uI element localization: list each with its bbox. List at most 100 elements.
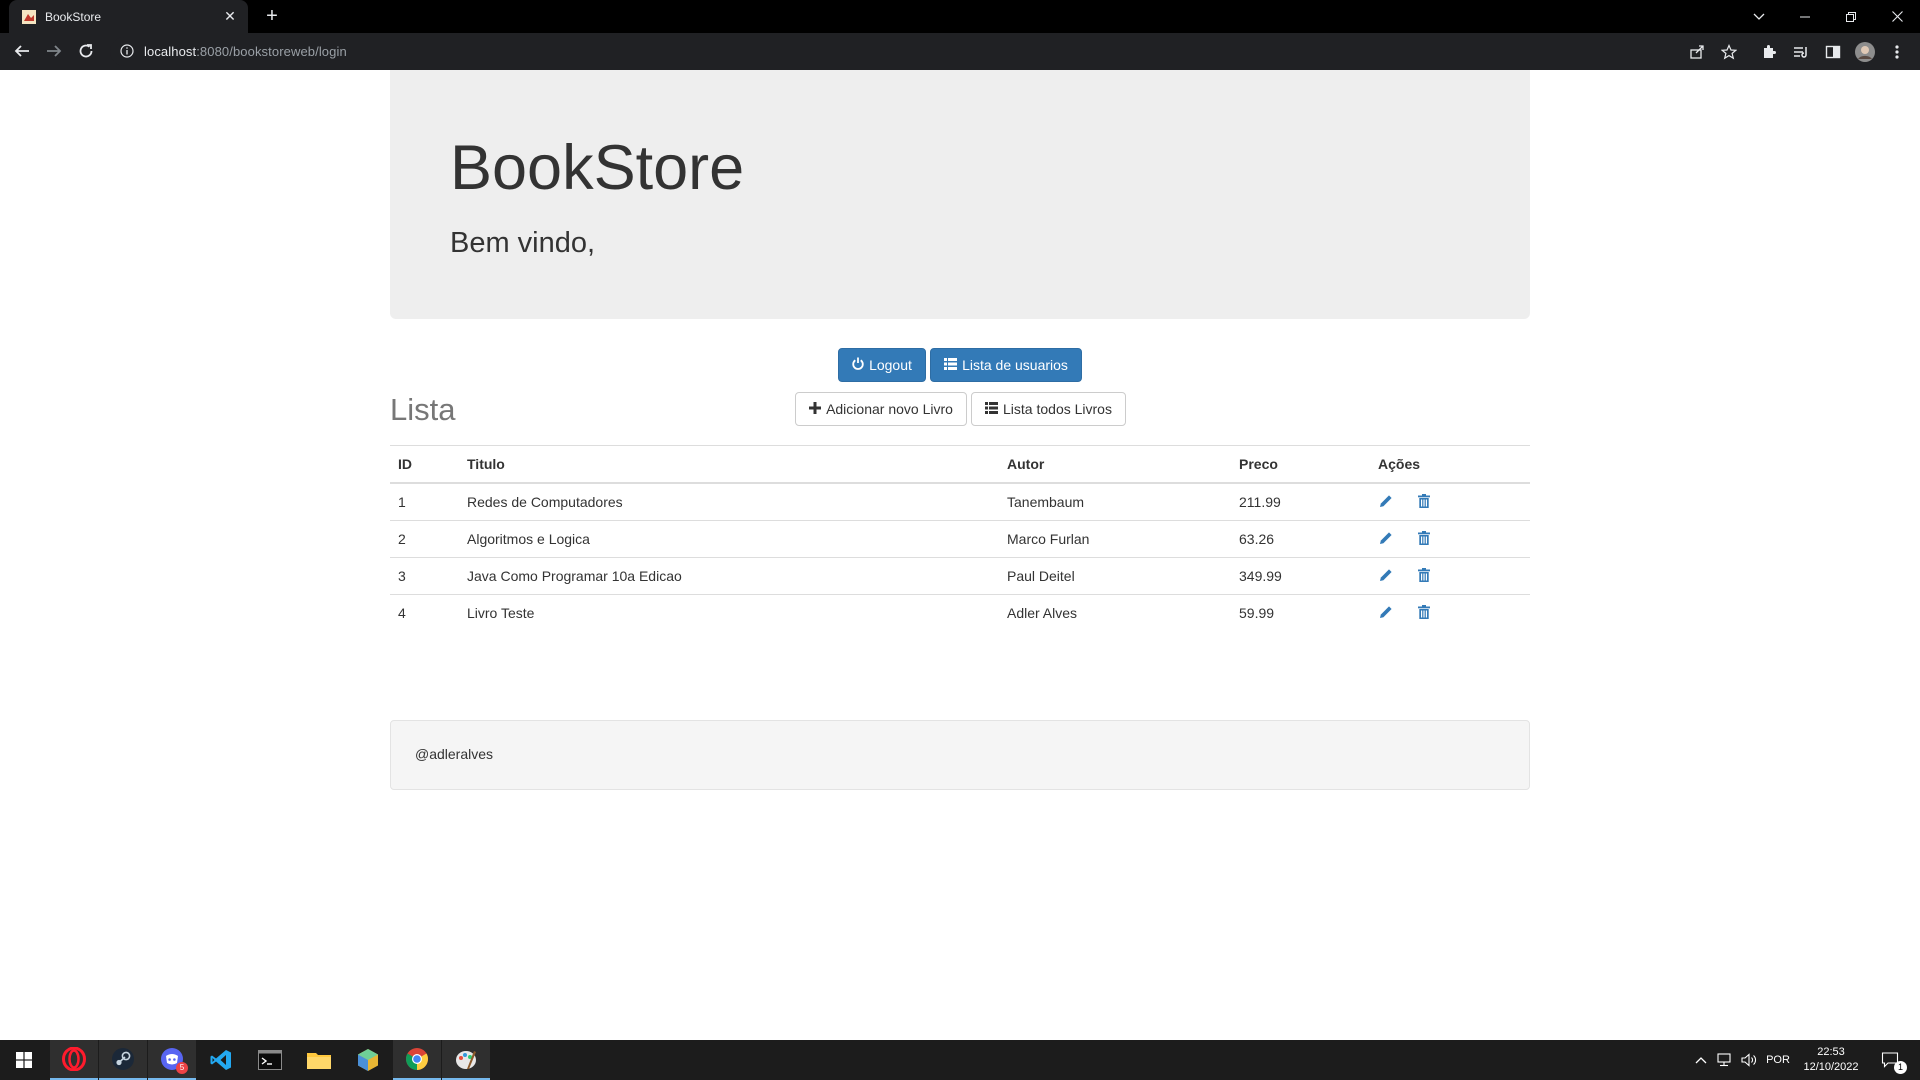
cell-acoes [1370, 482, 1530, 520]
cell-id: 2 [390, 519, 459, 557]
footer: @adleralves [390, 720, 1530, 790]
share-icon[interactable] [1682, 37, 1712, 66]
cell-id: 3 [390, 556, 459, 594]
chrome-icon[interactable] [393, 1040, 441, 1080]
cell-autor: Marco Furlan [999, 519, 1231, 557]
language-indicator[interactable]: POR [1762, 1040, 1794, 1080]
welcome-text: Bem vindo, [450, 227, 596, 259]
delete-trash-icon[interactable] [1416, 493, 1432, 509]
profile-avatar[interactable] [1850, 37, 1880, 66]
cell-id: 1 [390, 482, 459, 520]
footer-credit: @adleralves [415, 746, 494, 762]
plus-icon [809, 401, 822, 417]
tab-title: BookStore [45, 9, 102, 24]
list-books-button[interactable]: Lista todos Livros [971, 392, 1126, 426]
cell-id: 4 [390, 593, 459, 631]
close-tab-icon[interactable]: ✕ [222, 8, 238, 25]
discord-icon[interactable]: 5 [148, 1040, 196, 1080]
cell-preco: 211.99 [1231, 482, 1370, 520]
clock[interactable]: 22:53 12/10/2022 [1796, 1045, 1866, 1075]
minimize-icon[interactable] [1782, 0, 1828, 33]
opera-icon[interactable] [50, 1040, 98, 1080]
new-tab-icon[interactable]: + [260, 5, 284, 29]
column-header-acoes: Ações [1370, 446, 1530, 484]
edit-pencil-icon[interactable] [1378, 567, 1394, 583]
notification-center-icon[interactable]: 1 [1872, 1040, 1908, 1080]
table-row: 2 Algoritmos e Logica Marco Furlan 63.26 [390, 519, 1530, 557]
windows-start-icon[interactable] [0, 1040, 48, 1080]
reading-list-icon[interactable] [1786, 37, 1816, 66]
side-panel-icon[interactable] [1818, 37, 1848, 66]
cell-acoes [1370, 556, 1530, 594]
reload-icon[interactable] [70, 35, 102, 67]
delete-trash-icon[interactable] [1416, 567, 1432, 583]
cell-autor: Adler Alves [999, 593, 1231, 631]
browser-toolbar: localhost:8080/bookstoreweb/login [0, 33, 1920, 70]
cell-preco: 59.99 [1231, 593, 1370, 631]
notification-count: 1 [1894, 1061, 1907, 1074]
delete-trash-icon[interactable] [1416, 604, 1432, 620]
cell-titulo: Java Como Programar 10a Edicao [459, 556, 999, 594]
cell-titulo: Redes de Computadores [459, 482, 999, 520]
paint-icon[interactable] [442, 1040, 490, 1080]
column-header-preco: Preco [1231, 446, 1370, 484]
cell-acoes [1370, 519, 1530, 557]
discord-badge: 5 [176, 1062, 188, 1074]
terminal-icon[interactable] [246, 1040, 294, 1080]
add-book-button[interactable]: Adicionar novo Livro [795, 392, 967, 426]
app-cube-icon[interactable] [344, 1040, 392, 1080]
back-icon[interactable] [6, 35, 38, 67]
list-icon [985, 401, 999, 417]
info-icon[interactable] [120, 43, 136, 60]
page-title: BookStore [450, 133, 745, 203]
clock-time: 22:53 [1817, 1046, 1845, 1058]
clock-date: 12/10/2022 [1803, 1061, 1859, 1073]
bookmark-star-icon[interactable] [1714, 37, 1744, 66]
cell-acoes [1370, 593, 1530, 631]
restore-icon[interactable] [1828, 0, 1874, 33]
browser-tab-bar: BookStore ✕ + [0, 0, 1920, 33]
favicon-icon [21, 9, 37, 25]
power-icon [852, 357, 864, 373]
tab-search-icon[interactable] [1736, 0, 1782, 33]
cell-preco: 63.26 [1231, 519, 1370, 557]
column-header-autor: Autor [999, 446, 1231, 484]
steam-icon[interactable] [99, 1040, 147, 1080]
browser-tab[interactable]: BookStore ✕ [9, 0, 248, 33]
extensions-icon[interactable] [1754, 37, 1784, 66]
column-header-titulo: Titulo [459, 446, 999, 484]
table-header-row: ID Titulo Autor Preco Ações [390, 446, 1530, 484]
menu-dots-icon[interactable] [1882, 37, 1912, 66]
network-icon[interactable] [1714, 1040, 1736, 1080]
jumbotron: BookStore Bem vindo, [390, 70, 1530, 319]
edit-pencil-icon[interactable] [1378, 604, 1394, 620]
logout-button[interactable]: Logout [838, 348, 926, 382]
cell-titulo: Algoritmos e Logica [459, 519, 999, 557]
delete-trash-icon[interactable] [1416, 530, 1432, 546]
table-row: 4 Livro Teste Adler Alves 59.99 [390, 593, 1530, 631]
column-header-id: ID [390, 446, 459, 484]
logout-label: Logout [869, 357, 912, 373]
address-bar[interactable]: localhost:8080/bookstoreweb/login [110, 37, 1700, 66]
list-heading: Lista [390, 392, 456, 427]
volume-icon[interactable] [1738, 1040, 1760, 1080]
vscode-icon[interactable] [197, 1040, 245, 1080]
edit-pencil-icon[interactable] [1378, 530, 1394, 546]
tray-overflow-icon[interactable] [1690, 1040, 1712, 1080]
user-list-label: Lista de usuarios [962, 357, 1068, 373]
cell-titulo: Livro Teste [459, 593, 999, 631]
list-icon [944, 357, 958, 373]
close-window-icon[interactable] [1874, 0, 1920, 33]
user-list-button[interactable]: Lista de usuarios [930, 348, 1082, 382]
page-content: BookStore Bem vindo, Logout Lista de usu… [0, 70, 1920, 1040]
cell-autor: Tanembaum [999, 482, 1231, 520]
table-row: 3 Java Como Programar 10a Edicao Paul De… [390, 556, 1530, 594]
url-text: localhost:8080/bookstoreweb/login [144, 44, 347, 59]
add-book-label: Adicionar novo Livro [826, 401, 953, 417]
books-table: ID Titulo Autor Preco Ações 1 Redes de C… [390, 446, 1530, 631]
file-explorer-icon[interactable] [295, 1040, 343, 1080]
list-books-label: Lista todos Livros [1003, 401, 1112, 417]
table-row: 1 Redes de Computadores Tanembaum 211.99 [390, 482, 1530, 520]
edit-pencil-icon[interactable] [1378, 493, 1394, 509]
forward-icon[interactable] [38, 35, 70, 67]
